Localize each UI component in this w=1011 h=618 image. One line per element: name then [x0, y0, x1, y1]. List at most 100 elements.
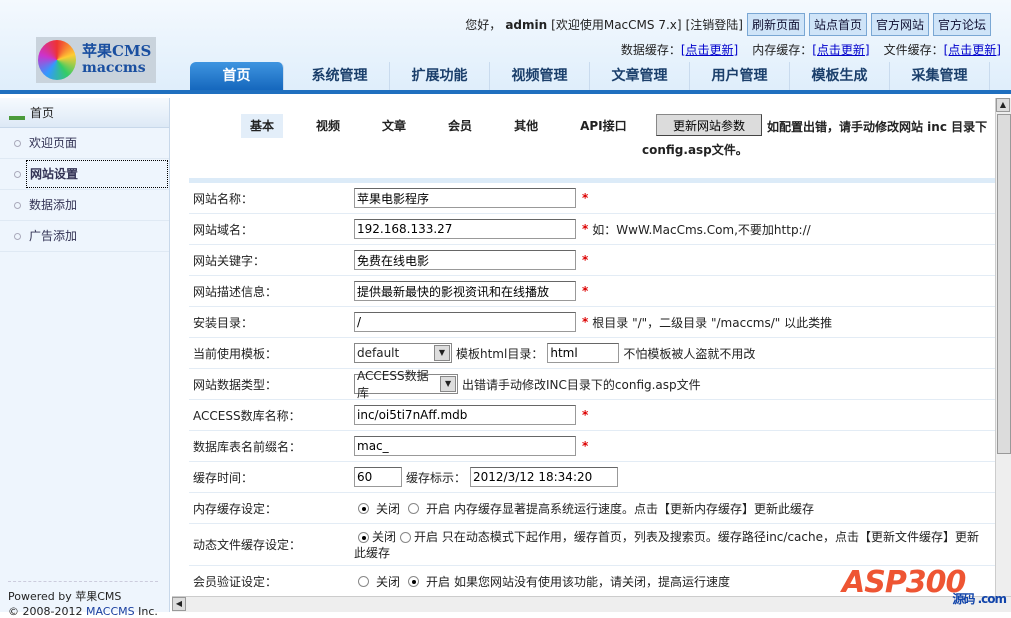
access-name-input[interactable] — [354, 405, 576, 425]
member-verify-label: 会员验证设定： — [193, 574, 278, 589]
site-home-button[interactable]: 站点首页 — [808, 13, 867, 36]
sidebar-item-site-settings[interactable]: 网站设置 — [0, 159, 169, 190]
watermark-sub: 源码 .com — [952, 592, 1007, 606]
radio-label: 关闭 — [376, 501, 401, 516]
vertical-scrollbar[interactable]: ▲ — [995, 98, 1011, 596]
refresh-page-button[interactable]: 刷新页面 — [746, 13, 805, 36]
official-site-button[interactable]: 官方网站 — [870, 13, 929, 36]
html-dir-label: 模板html目录： — [456, 346, 544, 361]
update-site-params-button[interactable]: 更新网站参数 — [656, 114, 762, 136]
sidebar-header: 首页 — [0, 98, 169, 128]
cache-flag-label: 缓存标示： — [406, 470, 467, 485]
bullet-icon — [14, 202, 21, 209]
table-prefix-label: 数据库表名前缀名： — [193, 439, 302, 454]
cache-time-input[interactable] — [354, 467, 402, 487]
tab-basic[interactable]: 基本 — [241, 114, 284, 138]
row-template: 当前使用模板： default ▼ 模板html目录： 不怕模板被人盗就不用改 — [189, 338, 995, 369]
mem-cache-on-radio[interactable] — [408, 502, 420, 514]
user-bar: 您好， admin [欢迎使用MacCMS 7.x] [注销登陆] 刷新页面 站点… — [465, 13, 991, 36]
scroll-thumb[interactable] — [997, 114, 1011, 454]
username: admin — [505, 17, 548, 32]
tab-article[interactable]: 文章 — [373, 114, 415, 138]
greeting: 您好， — [465, 18, 502, 32]
nav-system[interactable]: 系统管理 — [290, 62, 390, 90]
radio-label: 开启 — [426, 501, 451, 516]
nav-home[interactable]: 首页 — [190, 62, 284, 90]
row-db-type: 网站数据类型： ACCESS数据库 ▼ 出错请手动修改INC目录下的config.as… — [189, 369, 995, 400]
file-cache-off-radio[interactable] — [358, 531, 369, 543]
sidebar: 首页 欢迎页面 网站设置 数据添加 广告添加 Powered by 苹果CMS … — [0, 98, 170, 618]
keywords-label: 网站关键字： — [193, 253, 266, 268]
bullet-icon — [14, 233, 21, 240]
radio-label: 关闭 — [376, 574, 401, 589]
tab-other[interactable]: 其他 — [505, 114, 547, 138]
nav-articles[interactable]: 文章管理 — [590, 62, 690, 90]
logo-line2: maccms — [82, 60, 146, 76]
sidebar-item-welcome[interactable]: 欢迎页面 — [0, 128, 169, 159]
dropdown-arrow-icon: ▼ — [434, 345, 450, 361]
cache-time-label: 缓存时间： — [193, 470, 254, 485]
bullet-icon — [14, 140, 21, 147]
install-dir-input[interactable] — [354, 312, 576, 332]
radio-label: 关闭 — [372, 529, 397, 544]
file-cache-label: 文件缓存： — [883, 43, 944, 57]
sidebar-title: 首页 — [30, 106, 55, 120]
sidebar-item-data-add[interactable]: 数据添加 — [0, 190, 169, 221]
site-name-input[interactable] — [354, 188, 576, 208]
table-prefix-input[interactable] — [354, 436, 576, 456]
required-icon: * — [582, 253, 589, 267]
radio-label: 开启 — [426, 574, 451, 589]
required-icon: * — [582, 315, 589, 329]
domain-label: 网站域名： — [193, 222, 254, 237]
watermark-text: ASP300 — [842, 565, 966, 600]
site-name-label: 网站名称： — [193, 191, 254, 206]
mem-cache-off-radio[interactable] — [358, 502, 369, 514]
logout-link[interactable]: [注销登陆] — [686, 16, 743, 33]
header: 苹果CMS maccms 您好， admin [欢迎使用MacCMS 7.x] [注… — [0, 0, 1011, 94]
scroll-up-icon[interactable]: ▲ — [996, 98, 1010, 112]
file-cache-on-radio[interactable] — [400, 531, 412, 543]
template-hint: 不怕模板被人盗就不用改 — [623, 346, 756, 361]
tab-member[interactable]: 会员 — [439, 114, 481, 138]
nav-templates[interactable]: 模板生成 — [790, 62, 890, 90]
mem-cache-hint: 内存缓存显著提高系统运行速度。点击【更新内存缓存】更新此缓存 — [454, 501, 815, 516]
memory-cache-update-link[interactable]: [点击更新] — [812, 43, 869, 57]
sidebar-item-label: 网站设置 — [26, 160, 168, 188]
dropdown-arrow-icon: ▼ — [440, 376, 456, 392]
template-select-value: default — [357, 346, 400, 360]
member-verify-off-radio[interactable] — [358, 575, 369, 587]
file-cache-update-link[interactable]: [点击更新] — [944, 43, 1001, 57]
cache-flag-input[interactable] — [470, 467, 619, 487]
scroll-left-icon[interactable]: ◀ — [172, 597, 186, 611]
logo-line1: 苹果CMS — [82, 42, 152, 60]
data-cache-update-link[interactable]: [点击更新] — [681, 43, 738, 57]
member-verify-on-radio[interactable] — [408, 575, 420, 587]
nav-users[interactable]: 用户管理 — [690, 62, 790, 90]
db-type-label: 网站数据类型： — [193, 377, 278, 392]
nav-video[interactable]: 视频管理 — [490, 62, 590, 90]
required-icon: * — [582, 222, 589, 236]
description-input[interactable] — [354, 281, 576, 301]
db-type-select[interactable]: ACCESS数据库 ▼ — [354, 369, 458, 400]
bullet-icon — [14, 171, 21, 178]
keywords-input[interactable] — [354, 250, 576, 270]
row-table-prefix: 数据库表名前缀名： * — [189, 431, 995, 462]
nav-extensions[interactable]: 扩展功能 — [390, 62, 490, 90]
watermark-logo: ASP300 源码 .com — [842, 565, 1010, 609]
template-select[interactable]: default ▼ — [354, 343, 452, 363]
install-dir-hint: 根目录 "/"，二级目录 "/maccms/" 以此类推 — [592, 315, 833, 330]
settings-tabs: 基本 视频 文章 会员 其他 API接口 — [241, 114, 660, 138]
settings-form: 网站名称：* 网站域名：*如：WwW.MacCms.Com,不要加http://… — [189, 183, 995, 596]
mem-cache-label: 内存缓存设定： — [193, 501, 278, 516]
domain-input[interactable] — [354, 219, 576, 239]
html-dir-input[interactable] — [547, 343, 620, 363]
sidebar-item-ad-add[interactable]: 广告添加 — [0, 221, 169, 252]
official-forum-button[interactable]: 官方论坛 — [932, 13, 991, 36]
tab-video[interactable]: 视频 — [307, 114, 349, 138]
row-site-name: 网站名称： * — [189, 183, 995, 214]
member-verify-hint: 如果您网站没有使用该功能，请关闭，提高运行速度 — [454, 574, 731, 589]
tab-api[interactable]: API接口 — [571, 114, 636, 138]
row-description: 网站描述信息： * — [189, 276, 995, 307]
nav-collect[interactable]: 采集管理 — [890, 62, 990, 90]
access-name-label: ACCESS数库名称： — [193, 408, 301, 423]
